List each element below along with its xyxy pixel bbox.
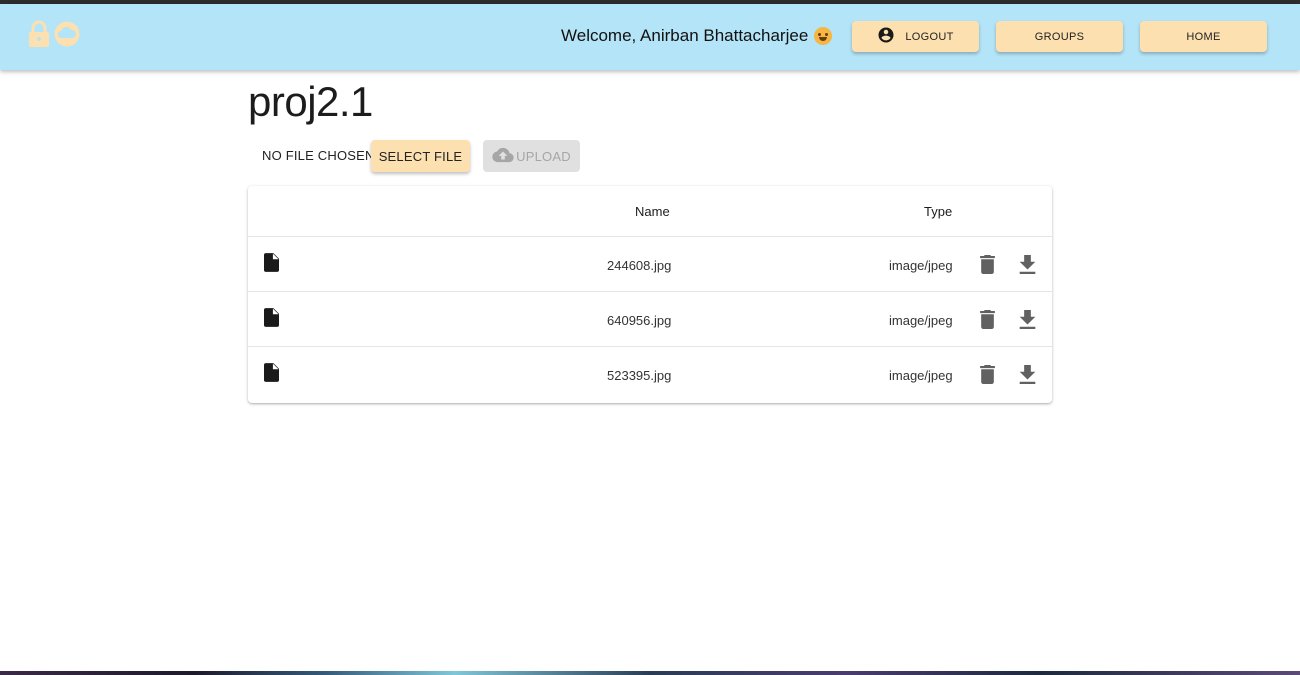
download-icon[interactable] (1019, 310, 1036, 334)
file-name: 244608.jpg (607, 258, 672, 273)
file-status-label: NO FILE CHOSEN (262, 148, 375, 163)
file-type: image/jpeg (889, 368, 953, 383)
table-row: 523395.jpg image/jpeg (248, 347, 1052, 402)
brand-logo[interactable] (28, 20, 80, 48)
delete-icon[interactable] (979, 310, 996, 334)
groups-label: GROUPS (1034, 30, 1085, 43)
file-type: image/jpeg (889, 313, 953, 328)
file-icon (264, 253, 279, 277)
logout-label: LOGOUT (905, 30, 954, 43)
table-row: 244608.jpg image/jpeg (248, 237, 1052, 292)
home-button[interactable]: HOME (1140, 21, 1267, 52)
groups-button[interactable]: GROUPS (996, 21, 1123, 52)
app-bar: Welcome, Anirban Bhattacharjee LOGOUT GR… (0, 4, 1300, 70)
hugging-face-emoji-icon (814, 27, 833, 45)
files-table: Name Type 244608.jpg image/jpeg 640956.j… (248, 186, 1052, 403)
column-header-type: Type (924, 204, 953, 219)
taskbar-edge (0, 671, 1300, 675)
delete-icon[interactable] (979, 365, 996, 389)
file-name: 640956.jpg (607, 313, 672, 328)
upload-button[interactable]: UPLOAD (483, 140, 580, 172)
logout-button[interactable]: LOGOUT (852, 21, 979, 52)
delete-icon[interactable] (979, 255, 996, 279)
page-title: proj2.1 (248, 78, 373, 125)
table-header: Name Type (248, 186, 1052, 237)
download-icon[interactable] (1019, 255, 1036, 279)
column-header-name: Name (635, 204, 670, 219)
welcome-text: Welcome, Anirban Bhattacharjee (561, 26, 809, 45)
upload-label: UPLOAD (516, 148, 571, 164)
cloud-upload-icon (492, 147, 514, 166)
file-type: image/jpeg (889, 258, 953, 273)
home-label: HOME (1186, 30, 1221, 43)
file-name: 523395.jpg (607, 368, 672, 383)
select-file-button[interactable]: SELECT FILE (371, 140, 470, 172)
cloud-icon (54, 21, 80, 47)
account-circle-icon (877, 26, 895, 47)
table-row: 640956.jpg image/jpeg (248, 292, 1052, 347)
download-icon[interactable] (1019, 365, 1036, 389)
file-icon (264, 363, 279, 387)
file-icon (264, 308, 279, 332)
lock-icon (28, 20, 50, 48)
welcome-message: Welcome, Anirban Bhattacharjee (561, 26, 833, 46)
